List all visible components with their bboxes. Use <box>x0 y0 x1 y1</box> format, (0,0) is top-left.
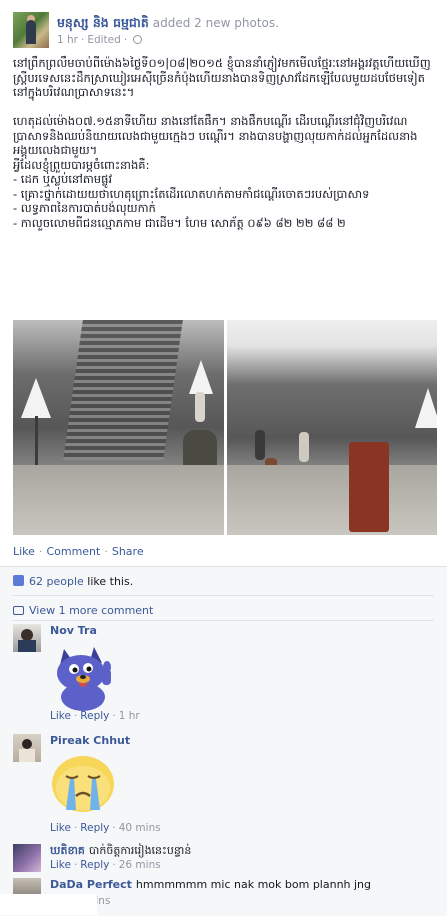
divider <box>13 620 434 621</box>
post-author-line: មនុស្ស និង ធម្មជាតិ added 2 new photos. <box>57 15 279 34</box>
comment-time[interactable]: 1 hr <box>119 710 140 722</box>
likes-suffix: like this. <box>83 575 134 588</box>
meta-separator: · <box>81 34 85 46</box>
photo-grid <box>13 320 437 535</box>
comment-actions: Like · Reply · 1 hr <box>50 710 140 722</box>
action-separator: · <box>112 822 116 834</box>
avatar[interactable] <box>13 844 41 872</box>
action-separator: · <box>112 859 116 871</box>
page-avatar[interactable] <box>13 12 49 48</box>
share-button[interactable]: Share <box>112 545 144 558</box>
avatar[interactable] <box>13 624 41 652</box>
likes-count[interactable]: 62 people <box>29 575 84 588</box>
avatar-body-shape <box>18 640 36 652</box>
likes-summary: 62 people like this. <box>13 575 133 588</box>
photo-person-shape <box>299 432 309 462</box>
post-actions: Like · Comment · Share <box>13 545 144 558</box>
post-body: នៅព្រឹកព្រលឹមចាប់ពីម៉ោង៦ថ្ងៃទី០១|០៨|២០១៥… <box>13 56 431 230</box>
post-header: មនុស្ស និង ធម្មជាតិ added 2 new photos. 1… <box>13 12 433 48</box>
post-action: added 2 new photos. <box>152 16 279 30</box>
comment: Nov Tra Like · Reply · 1 hr <box>13 624 433 724</box>
dog-sticker-icon <box>50 639 122 713</box>
comment: Pireak Chhut Like · Reply · 40 mins <box>13 734 433 834</box>
divider <box>13 595 434 596</box>
photo-temple-courtyard[interactable] <box>227 320 437 535</box>
feedback-section: 62 people like this. View 1 more comment… <box>0 566 447 916</box>
comment-author[interactable]: DaDa Perfect <box>50 878 132 891</box>
comment-author-line: ឃតិខាគ បាក់ចិត្តការរៀងនេះបន្ទាន់ <box>50 844 191 860</box>
comment-reply-button[interactable]: Reply <box>80 710 109 722</box>
crying-face-icon <box>50 752 116 814</box>
photo-ground-shape <box>13 465 224 535</box>
photo-umbrella-shape <box>21 378 51 418</box>
post-author[interactable]: មនុស្ស និង ធម្មជាតិ <box>57 15 149 30</box>
photo-bin-shape <box>349 442 389 532</box>
action-separator: · <box>38 545 43 558</box>
photo-person-shape <box>195 392 205 422</box>
photo-umbrella-shape <box>415 388 437 428</box>
avatar[interactable] <box>13 734 41 762</box>
post-edited[interactable]: Edited <box>87 34 120 46</box>
comment-actions: Like · Reply · 40 mins <box>50 822 161 834</box>
action-separator: · <box>73 710 78 722</box>
avatar-person-body <box>26 20 36 44</box>
action-separator: · <box>112 710 116 722</box>
comment-like-button[interactable]: Like <box>50 822 71 834</box>
comment-like-button[interactable]: Like <box>50 710 71 722</box>
comment-reply-button[interactable]: Reply <box>80 822 109 834</box>
globe-icon[interactable] <box>133 35 143 44</box>
comment-text: បាក់ចិត្តការរៀងនេះបន្ទាន់ <box>88 844 192 857</box>
like-button[interactable]: Like <box>13 545 35 558</box>
comment-author[interactable]: ឃតិខាគ <box>50 844 85 857</box>
overlay-mask <box>0 894 97 915</box>
comment-time[interactable]: 26 mins <box>119 859 161 871</box>
thumbs-up-icon <box>13 575 24 586</box>
comment-text: hmmmmmm mic nak mok bom plannh jng <box>135 878 372 891</box>
comment-reply-button[interactable]: Reply <box>80 859 109 871</box>
comment-author[interactable]: Pireak Chhut <box>50 734 130 747</box>
photo-person-shape <box>255 430 265 460</box>
comment-time[interactable]: 40 mins <box>119 822 161 834</box>
comment-like-button[interactable]: Like <box>50 859 71 871</box>
comment: ឃតិខាគ បាក់ចិត្តការរៀងនេះបន្ទាន់ Like · Rep… <box>13 844 433 874</box>
comment-button[interactable]: Comment <box>46 545 100 558</box>
meta-separator: · <box>123 34 128 46</box>
post-timestamp[interactable]: 1 hr <box>57 34 78 46</box>
photo-stairs-shape <box>63 320 183 460</box>
avatar-hair-shape <box>22 739 32 749</box>
view-more-label[interactable]: View 1 more comment <box>29 604 153 617</box>
comment-author-line: DaDa Perfect hmmmmmm mic nak mok bom plan… <box>50 878 371 891</box>
comment-actions: Like · Reply · 26 mins <box>50 859 161 871</box>
photo-umbrella-shape <box>189 360 213 394</box>
photo-ground-shape <box>227 465 437 535</box>
comment-bubble-icon <box>13 606 24 615</box>
action-separator: · <box>73 859 78 871</box>
view-more-comments[interactable]: View 1 more comment <box>13 604 153 617</box>
action-separator: · <box>104 545 108 558</box>
avatar-body-shape <box>19 749 35 762</box>
post-meta: 1 hr · Edited · <box>57 34 143 46</box>
photo-temple-stairs[interactable] <box>13 320 224 535</box>
comment-author[interactable]: Nov Tra <box>50 624 97 637</box>
action-separator: · <box>73 822 78 834</box>
